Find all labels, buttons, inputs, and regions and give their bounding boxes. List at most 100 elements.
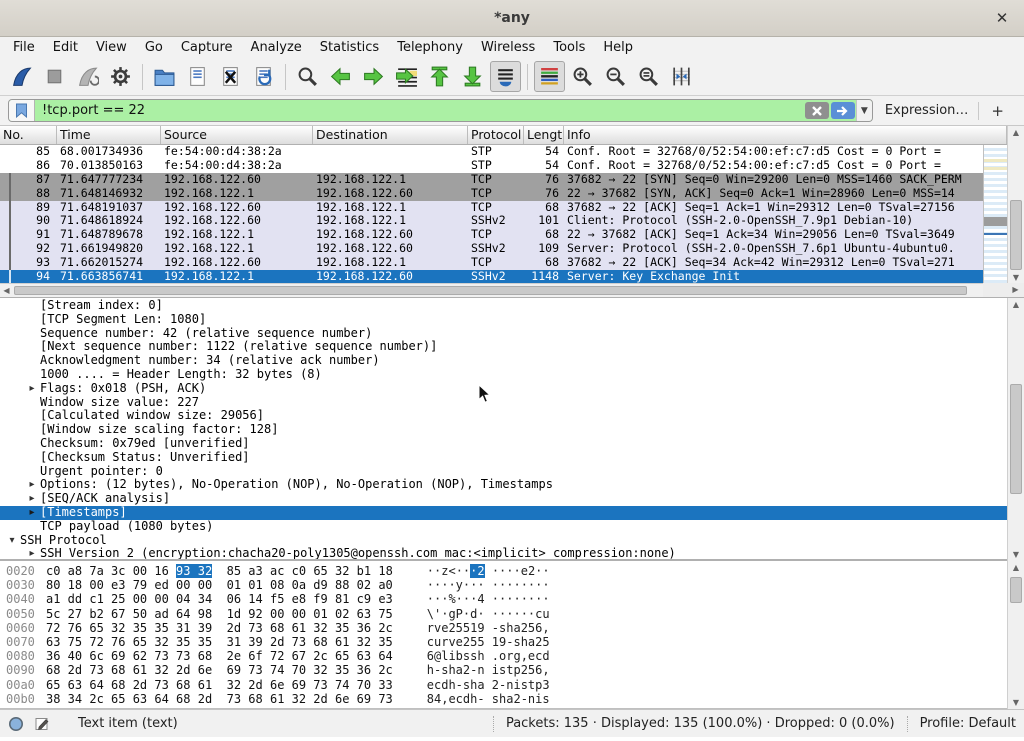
packet-row[interactable]: 8971.648191037192.168.122.60192.168.122.…: [0, 201, 983, 215]
hex-ascii[interactable]: 6@libssh .org,ecd: [427, 649, 550, 663]
hex-row[interactable]: 00505c 27 b2 67 50 ad 64 98 1d 92 00 00 …: [6, 607, 1024, 621]
detail-line[interactable]: [Window size scaling factor: 128]: [0, 423, 1024, 437]
resize-columns-button[interactable]: [666, 61, 697, 92]
expert-info-icon[interactable]: [8, 716, 24, 732]
packet-row[interactable]: 9471.663856741192.168.122.1192.168.122.6…: [0, 270, 983, 284]
expand-arrow-icon[interactable]: ▸: [24, 506, 40, 520]
column-header-info[interactable]: Info: [564, 126, 1007, 144]
go-back-button[interactable]: [325, 61, 356, 92]
hex-bytes[interactable]: 36 40 6c 69 62 73 73 68 2e 6f 72 67 2c 6…: [46, 649, 393, 663]
menu-statistics[interactable]: Statistics: [311, 39, 388, 56]
close-icon[interactable]: ✕: [992, 8, 1012, 28]
menu-file[interactable]: File: [4, 39, 44, 56]
expand-arrow-icon[interactable]: ▸: [24, 478, 40, 492]
packet-row[interactable]: 8568.001734936fe:54:00:d4:38:2aSTP54Conf…: [0, 145, 983, 159]
hex-row[interactable]: 00a065 63 64 68 2d 73 68 61 32 2d 6e 69 …: [6, 678, 1024, 692]
hex-ascii[interactable]: ecdh-sha 2-nistp3: [427, 678, 550, 692]
go-forward-button[interactable]: [358, 61, 389, 92]
detail-line[interactable]: Sequence number: 42 (relative sequence n…: [0, 327, 1024, 341]
find-packet-button[interactable]: [292, 61, 323, 92]
filter-clear-button[interactable]: [805, 102, 829, 119]
hex-row[interactable]: 008036 40 6c 69 62 73 73 68 2e 6f 72 67 …: [6, 649, 1024, 663]
hex-bytes[interactable]: 5c 27 b2 67 50 ad 64 98 1d 92 00 00 01 0…: [46, 607, 393, 621]
hex-ascii[interactable]: ····y··· ········: [427, 578, 550, 592]
menu-help[interactable]: Help: [594, 39, 642, 56]
zoom-reset-button[interactable]: [633, 61, 664, 92]
packet-row[interactable]: 8871.648146932192.168.122.1192.168.122.6…: [0, 187, 983, 201]
detail-line[interactable]: TCP payload (1080 bytes): [0, 520, 1024, 534]
detail-line[interactable]: ▸[SEQ/ACK analysis]: [0, 492, 1024, 506]
hex-vertical-scrollbar[interactable]: ▲ ▼: [1007, 561, 1024, 709]
expand-arrow-icon[interactable]: ▸: [24, 382, 40, 396]
packet-list-horizontal-scrollbar[interactable]: ◀: [0, 283, 983, 297]
filter-apply-button[interactable]: [831, 102, 855, 119]
packet-list-vertical-scrollbar[interactable]: ▲ ▼: [1007, 126, 1024, 284]
detail-line[interactable]: Window size value: 227: [0, 396, 1024, 410]
scroll-up-icon[interactable]: ▲: [1008, 561, 1024, 574]
detail-line[interactable]: ▸[Timestamps]: [0, 506, 1024, 520]
column-header-time[interactable]: Time: [57, 126, 161, 144]
scroll-left-icon[interactable]: ◀: [0, 284, 13, 297]
hex-bytes[interactable]: 63 75 72 76 65 32 35 35 31 39 2d 73 68 6…: [46, 635, 393, 649]
filter-bookmark-button[interactable]: [9, 100, 35, 121]
capture-start-button[interactable]: [6, 61, 37, 92]
save-file-button[interactable]: [182, 61, 213, 92]
menu-go[interactable]: Go: [136, 39, 172, 56]
scroll-down-icon[interactable]: ▼: [1008, 696, 1024, 709]
hex-ascii[interactable]: \'·gP·d· ······cu: [427, 607, 550, 621]
scroll-down-icon[interactable]: ▼: [1008, 548, 1024, 561]
hex-row[interactable]: 003080 18 00 e3 79 ed 00 00 01 01 08 0a …: [6, 578, 1024, 592]
detail-line[interactable]: ▸SSH Version 2 (encryption:chacha20-poly…: [0, 547, 1024, 559]
hex-bytes[interactable]: 38 34 2c 65 63 64 68 2d 73 68 61 32 2d 6…: [46, 692, 393, 706]
hex-bytes[interactable]: 65 63 64 68 2d 73 68 61 32 2d 6e 69 73 7…: [46, 678, 393, 692]
menu-analyze[interactable]: Analyze: [242, 39, 311, 56]
detail-line[interactable]: [Calculated window size: 29056]: [0, 409, 1024, 423]
detail-line[interactable]: Acknowledgment number: 34 (relative ack …: [0, 354, 1024, 368]
column-header-protocol[interactable]: Protocol: [468, 126, 524, 144]
auto-scroll-button[interactable]: [490, 61, 521, 92]
hex-row[interactable]: 006072 76 65 32 35 35 31 39 2d 73 68 61 …: [6, 621, 1024, 635]
packet-list-scroll-thumb[interactable]: [1010, 200, 1022, 270]
go-bottom-button[interactable]: [457, 61, 488, 92]
display-filter-input[interactable]: [35, 100, 804, 121]
column-header-length[interactable]: Length: [524, 126, 564, 144]
menu-view[interactable]: View: [87, 39, 136, 56]
hex-ascii[interactable]: ··z<···2 ····e2··: [427, 564, 550, 578]
colorize-button[interactable]: [534, 61, 565, 92]
packet-row[interactable]: 9171.648789678192.168.122.1192.168.122.6…: [0, 228, 983, 242]
zoom-out-button[interactable]: [600, 61, 631, 92]
menu-telephony[interactable]: Telephony: [388, 39, 472, 56]
menu-wireless[interactable]: Wireless: [472, 39, 544, 56]
expand-arrow-icon[interactable]: ▸: [24, 492, 40, 506]
add-filter-button[interactable]: +: [979, 102, 1016, 120]
hex-row[interactable]: 0020c0 a8 7a 3c 00 16 93 32 85 a3 ac c0 …: [6, 564, 1024, 578]
hex-bytes[interactable]: 80 18 00 e3 79 ed 00 00 01 01 08 0a d9 8…: [46, 578, 393, 592]
reload-file-button[interactable]: [248, 61, 279, 92]
scroll-up-icon[interactable]: ▲: [1008, 298, 1024, 311]
hex-bytes[interactable]: 72 76 65 32 35 35 31 39 2d 73 68 61 32 3…: [46, 621, 393, 635]
scroll-right-icon[interactable]: ▶: [1009, 283, 1022, 296]
menu-tools[interactable]: Tools: [544, 39, 594, 56]
hex-row[interactable]: 007063 75 72 76 65 32 35 35 31 39 2d 73 …: [6, 635, 1024, 649]
hex-row[interactable]: 00b038 34 2c 65 63 64 68 2d 73 68 61 32 …: [6, 692, 1024, 706]
packet-row[interactable]: 9271.661949820192.168.122.1192.168.122.6…: [0, 242, 983, 256]
detail-line[interactable]: [TCP Segment Len: 1080]: [0, 313, 1024, 327]
column-header-source[interactable]: Source: [161, 126, 313, 144]
hex-ascii[interactable]: rve25519 -sha256,: [427, 621, 550, 635]
capture-comment-icon[interactable]: [34, 716, 50, 732]
detail-line[interactable]: ▾SSH Protocol: [0, 534, 1024, 548]
hex-ascii[interactable]: curve255 19-sha25: [427, 635, 550, 649]
detail-line[interactable]: 1000 .... = Header Length: 32 bytes (8): [0, 368, 1024, 382]
packet-row[interactable]: 8670.013850163fe:54:00:d4:38:2aSTP54Conf…: [0, 159, 983, 173]
hex-row[interactable]: 009068 2d 73 68 61 32 2d 6e 69 73 74 70 …: [6, 663, 1024, 677]
detail-line[interactable]: ▸Flags: 0x018 (PSH, ACK): [0, 382, 1024, 396]
menu-edit[interactable]: Edit: [44, 39, 87, 56]
expand-arrow-icon[interactable]: ▾: [4, 534, 20, 548]
expand-arrow-icon[interactable]: ▸: [24, 547, 40, 559]
capture-restart-button[interactable]: [72, 61, 103, 92]
detail-line[interactable]: Urgent pointer: 0: [0, 465, 1024, 479]
hex-ascii[interactable]: ···%···4 ········: [427, 592, 550, 606]
detail-line[interactable]: ▸Options: (12 bytes), No-Operation (NOP)…: [0, 478, 1024, 492]
hex-ascii[interactable]: 84,ecdh- sha2-nis: [427, 692, 550, 706]
detail-line[interactable]: Checksum: 0x79ed [unverified]: [0, 437, 1024, 451]
